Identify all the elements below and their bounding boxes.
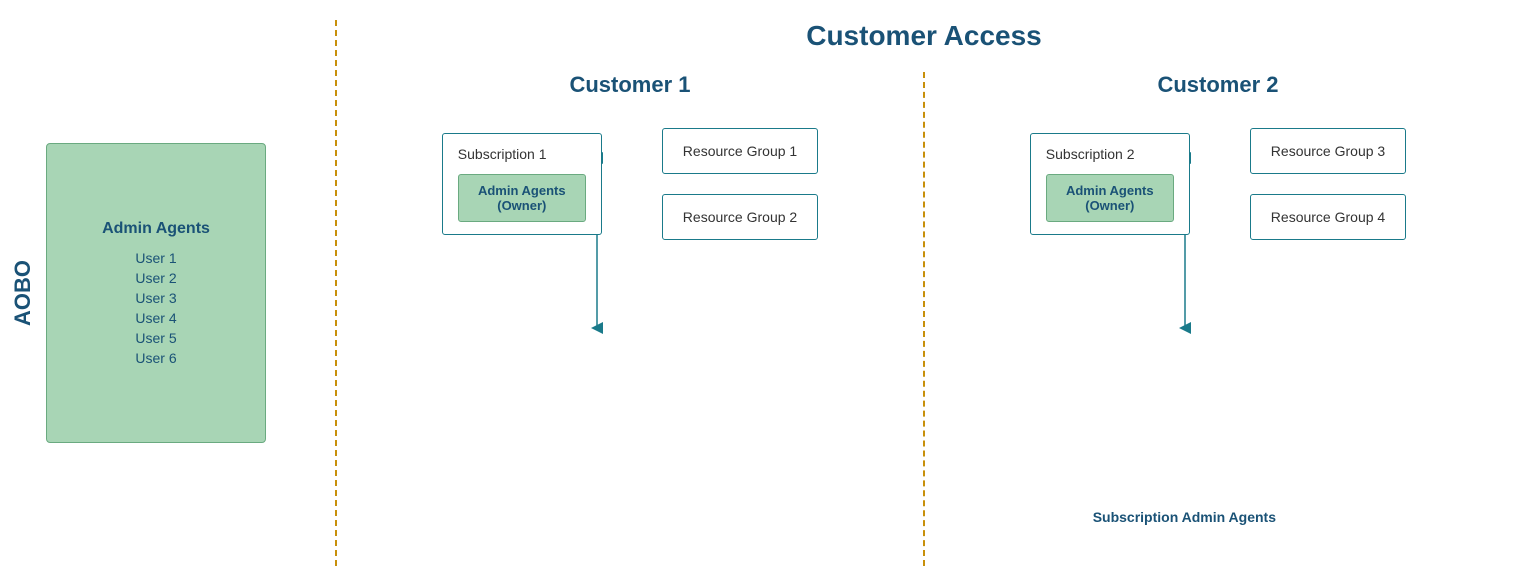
user-4: User 4: [135, 310, 176, 326]
user-3: User 3: [135, 290, 176, 306]
subscription-2-box: Subscription 2 Admin Agents(Owner): [1030, 133, 1190, 235]
divider-1: [335, 20, 337, 566]
admin-agents-title: Admin Agents: [102, 220, 210, 238]
aobo-label: AOBO: [10, 260, 36, 326]
subscription-1-label: Subscription 1: [458, 146, 586, 162]
user-2: User 2: [135, 270, 176, 286]
customer-1-title: Customer 1: [569, 72, 690, 98]
user-1: User 1: [135, 250, 176, 266]
resource-groups-2: Resource Group 3 Resource Group 4: [1250, 128, 1406, 240]
customer-2-column: Customer 2: [930, 72, 1506, 240]
resource-group-3: Resource Group 3: [1250, 128, 1406, 174]
admin-owner-2-box: Admin Agents(Owner): [1046, 174, 1174, 222]
user-6: User 6: [135, 350, 176, 366]
aobo-section: AOBO Admin Agents User 1 User 2 User 3 U…: [10, 20, 330, 566]
resource-group-2: Resource Group 2: [662, 194, 818, 240]
subscription-admin-agents-label: Subscription Admin Agents: [1093, 508, 1276, 526]
admin-agents-box: Admin Agents User 1 User 2 User 3 User 4…: [46, 143, 266, 443]
customer-access-section: Customer Access Customer 1: [342, 20, 1506, 566]
divider-2: [923, 72, 925, 566]
subscription-1-box: Subscription 1 Admin Agents(Owner): [442, 133, 602, 235]
diagram-container: AOBO Admin Agents User 1 User 2 User 3 U…: [0, 0, 1526, 586]
customer-1-column: Customer 1: [342, 72, 918, 240]
resource-groups-1: Resource Group 1 Resource Group 2: [662, 128, 818, 240]
resource-group-4: Resource Group 4: [1250, 194, 1406, 240]
subscription-2-label: Subscription 2: [1046, 146, 1174, 162]
user-5: User 5: [135, 330, 176, 346]
resource-group-1: Resource Group 1: [662, 128, 818, 174]
customers-row: Customer 1: [342, 72, 1506, 566]
customer-2-title: Customer 2: [1157, 72, 1278, 98]
customer-access-title: Customer Access: [342, 20, 1506, 52]
admin-owner-1-box: Admin Agents(Owner): [458, 174, 586, 222]
